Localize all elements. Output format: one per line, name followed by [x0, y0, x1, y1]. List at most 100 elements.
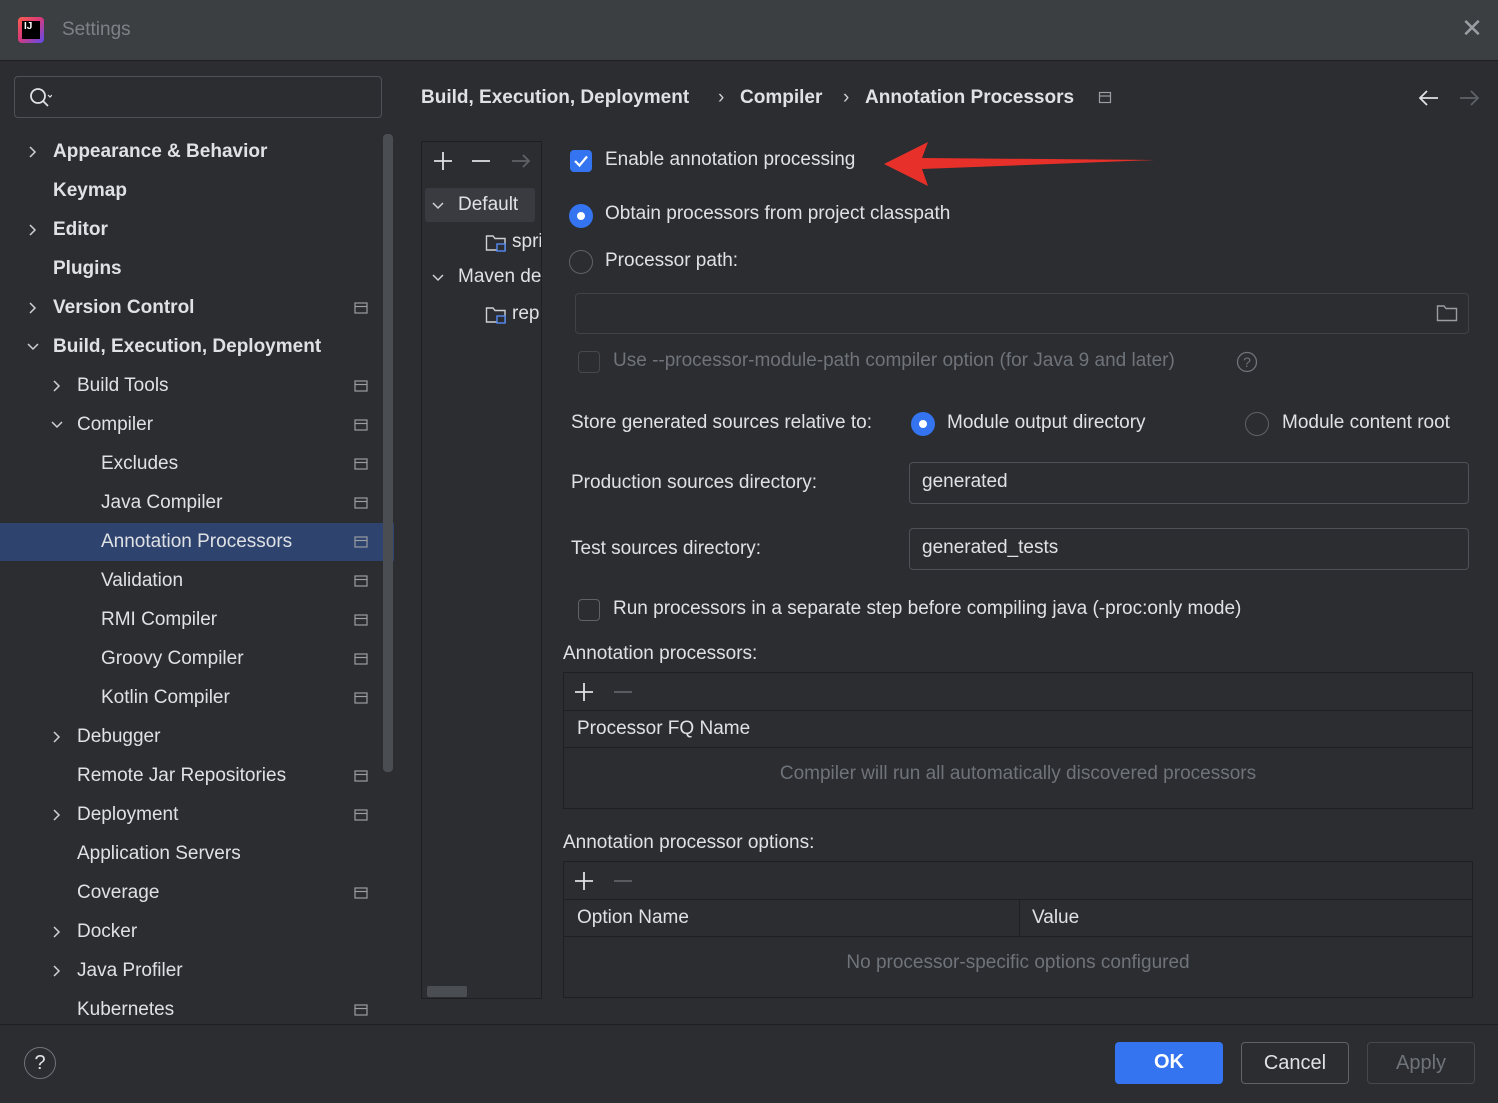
sidebar-item[interactable]: Application Servers	[0, 835, 380, 873]
sidebar-scrollbar[interactable]	[383, 134, 393, 772]
profile-item-default[interactable]: Default	[425, 188, 535, 222]
breadcrumb-separator: ›	[718, 87, 725, 108]
project-scope-icon	[354, 653, 368, 665]
run-separate-step-label[interactable]: Run processors in a separate step before…	[613, 598, 1241, 620]
chevron-right-icon[interactable]	[50, 964, 64, 978]
add-icon[interactable]	[432, 150, 454, 172]
add-icon[interactable]	[573, 870, 595, 892]
annotation-processor-options-table: Option Name Value No processor-specific …	[563, 861, 1473, 998]
project-scope-icon	[354, 380, 368, 392]
back-arrow-icon[interactable]	[1416, 86, 1442, 110]
enable-annotation-processing-label[interactable]: Enable annotation processing	[605, 149, 855, 171]
remove-icon[interactable]	[470, 150, 492, 172]
sidebar-item-label: Kotlin Compiler	[101, 687, 230, 708]
store-generated-label: Store generated sources relative to:	[571, 412, 873, 433]
sidebar-item-label: Plugins	[53, 258, 122, 279]
sidebar-item-label: Docker	[77, 921, 138, 942]
breadcrumb-item-compiler[interactable]: Compiler	[740, 84, 822, 112]
processor-path-input[interactable]	[575, 293, 1469, 334]
column-value[interactable]: Value	[1032, 900, 1079, 936]
sidebar-item-label: Build, Execution, Deployment	[53, 336, 322, 357]
close-icon[interactable]: ✕	[1460, 15, 1484, 41]
chevron-down-icon[interactable]	[26, 340, 40, 354]
breadcrumb-separator: ›	[843, 87, 850, 108]
project-scope-icon	[354, 536, 368, 548]
profiles-horizontal-scrollbar[interactable]	[427, 986, 467, 997]
sidebar-item[interactable]: Groovy Compiler	[0, 640, 380, 678]
column-processor-fq-name[interactable]: Processor FQ Name	[577, 711, 750, 747]
processor-module-path-checkbox[interactable]	[578, 351, 600, 373]
forward-arrow-icon[interactable]	[1456, 86, 1482, 110]
table-empty-text: Compiler will run all automatically disc…	[779, 763, 1257, 784]
sidebar-item[interactable]: Validation	[0, 562, 380, 600]
table-header: Processor FQ Name	[564, 711, 1472, 748]
sidebar-item[interactable]: Debugger	[0, 718, 380, 756]
sidebar-item[interactable]: Java Profiler	[0, 952, 380, 990]
obtain-from-classpath-radio[interactable]	[569, 204, 593, 228]
remove-icon[interactable]	[612, 870, 634, 892]
move-to-icon[interactable]	[510, 150, 532, 172]
sidebar-item[interactable]: Annotation Processors	[0, 523, 394, 561]
breadcrumb-item-build[interactable]: Build, Execution, Deployment	[421, 84, 689, 112]
search-icon	[30, 88, 52, 107]
add-icon[interactable]	[573, 681, 595, 703]
table-toolbar	[564, 862, 1472, 900]
enable-annotation-processing-checkbox[interactable]	[570, 150, 592, 172]
remove-icon[interactable]	[612, 681, 634, 703]
ok-button[interactable]: OK	[1115, 1042, 1223, 1084]
apply-button[interactable]: Apply	[1367, 1042, 1475, 1084]
sidebar-item[interactable]: Remote Jar Repositories	[0, 757, 380, 795]
project-scope-icon	[354, 1004, 368, 1016]
chevron-right-icon[interactable]	[50, 379, 64, 393]
sidebar-item[interactable]: Keymap	[0, 172, 380, 210]
search-input[interactable]	[14, 76, 382, 118]
sidebar-item[interactable]: Docker	[0, 913, 380, 951]
column-divider	[1019, 900, 1020, 936]
profiles-panel: Default spri Maven de rep	[421, 141, 542, 999]
test-sources-input[interactable]: generated_tests	[909, 528, 1469, 570]
processor-path-radio[interactable]	[569, 250, 593, 274]
chevron-right-icon[interactable]	[26, 301, 40, 315]
module-folder-icon	[485, 307, 506, 324]
sidebar-item[interactable]: Version Control	[0, 289, 380, 327]
svg-text:?: ?	[1243, 354, 1251, 370]
run-separate-step-checkbox[interactable]	[578, 599, 600, 621]
chevron-right-icon[interactable]	[26, 145, 40, 159]
chevron-down-icon[interactable]	[50, 418, 64, 432]
module-folder-icon	[485, 235, 506, 252]
sidebar-item[interactable]: Editor	[0, 211, 380, 249]
sidebar-item-label: Coverage	[77, 882, 160, 903]
production-sources-input[interactable]: generated	[909, 462, 1469, 504]
chevron-right-icon[interactable]	[50, 730, 64, 744]
sidebar-item[interactable]: Excludes	[0, 445, 380, 483]
project-scope-icon	[354, 419, 368, 431]
sidebar-item[interactable]: Plugins	[0, 250, 380, 288]
sidebar-item[interactable]: Deployment	[0, 796, 380, 834]
sidebar-item[interactable]: Appearance & Behavior	[0, 133, 380, 171]
cancel-button[interactable]: Cancel	[1241, 1042, 1349, 1084]
module-content-root-radio[interactable]	[1245, 412, 1269, 436]
column-option-name[interactable]: Option Name	[577, 900, 689, 936]
project-scope-icon	[1098, 91, 1112, 104]
processor-path-label[interactable]: Processor path:	[605, 250, 738, 272]
sidebar-item[interactable]: RMI Compiler	[0, 601, 380, 639]
sidebar-item[interactable]: Coverage	[0, 874, 380, 912]
sidebar-item[interactable]: Build Tools	[0, 367, 380, 405]
help-icon[interactable]: ?	[1236, 351, 1258, 373]
chevron-right-icon[interactable]	[50, 925, 64, 939]
sidebar-item-label: Editor	[53, 219, 108, 240]
sidebar-item[interactable]: Compiler	[0, 406, 380, 444]
help-button[interactable]: ?	[24, 1047, 56, 1079]
module-output-directory-label[interactable]: Module output directory	[947, 412, 1146, 434]
chevron-down-icon[interactable]	[431, 199, 445, 213]
chevron-right-icon[interactable]	[26, 223, 40, 237]
module-content-root-label[interactable]: Module content root	[1282, 412, 1450, 434]
folder-icon[interactable]	[1436, 303, 1458, 323]
chevron-down-icon[interactable]	[431, 271, 445, 285]
sidebar-item[interactable]: Kotlin Compiler	[0, 679, 380, 717]
sidebar-item[interactable]: Java Compiler	[0, 484, 380, 522]
module-output-directory-radio[interactable]	[911, 412, 935, 436]
obtain-from-classpath-label[interactable]: Obtain processors from project classpath	[605, 203, 950, 225]
sidebar-item[interactable]: Build, Execution, Deployment	[0, 328, 380, 366]
chevron-right-icon[interactable]	[50, 808, 64, 822]
